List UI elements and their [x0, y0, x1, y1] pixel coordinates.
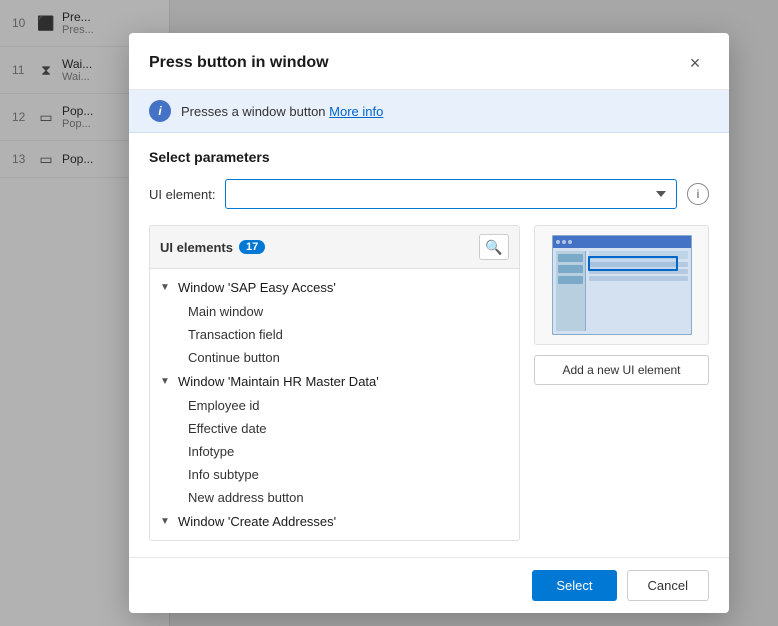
cancel-button[interactable]: Cancel [627, 570, 709, 601]
chevron-down-icon: ▼ [160, 376, 174, 387]
modal-overlay: Press button in window × i Presses a win… [0, 0, 778, 626]
sap-sidebar [556, 251, 586, 331]
info-message: Presses a window button [181, 104, 326, 119]
close-button[interactable]: × [681, 49, 709, 77]
sap-highlight-indicator [588, 256, 678, 271]
more-info-link[interactable]: More info [329, 104, 383, 119]
modal-body: Select parameters UI element: i UI eleme… [129, 133, 729, 557]
add-ui-element-button[interactable]: Add a new UI element [534, 355, 709, 385]
ui-elements-header: UI elements 17 🔍 [150, 226, 519, 269]
info-icon: i [149, 100, 171, 122]
tree-item-effective-date[interactable]: Effective date [150, 417, 519, 440]
ui-element-row: UI element: i [149, 179, 709, 209]
chevron-down-icon: ▼ [160, 516, 174, 527]
tree-group-label: Window 'SAP Easy Access' [178, 280, 336, 295]
tree-item-new-address-button[interactable]: New address button [150, 486, 519, 509]
sidebar-item [558, 276, 583, 284]
titlebar-dot [556, 240, 560, 244]
info-banner: i Presses a window button More info [129, 90, 729, 133]
content-area: UI elements 17 🔍 ▼ Window 'SAP Easy Acce… [149, 225, 709, 541]
tree-item-main-window[interactable]: Main window [150, 300, 519, 323]
tree-item-transaction-field[interactable]: Transaction field [150, 323, 519, 346]
tree-group-maintain-hr[interactable]: ▼ Window 'Maintain HR Master Data' [150, 369, 519, 394]
ui-element-preview [534, 225, 709, 345]
info-text: Presses a window button More info [181, 104, 383, 119]
ui-element-select[interactable] [225, 179, 677, 209]
modal-dialog: Press button in window × i Presses a win… [129, 33, 729, 613]
tree-group-create-addresses[interactable]: ▼ Window 'Create Addresses' [150, 509, 519, 534]
tree-item-street[interactable]: Street [150, 534, 519, 540]
sap-titlebar [553, 236, 691, 248]
section-title: Select parameters [149, 149, 709, 165]
info-circle-button[interactable]: i [687, 183, 709, 205]
modal-title: Press button in window [149, 54, 329, 72]
search-button[interactable]: 🔍 [479, 234, 509, 260]
tree-item-continue-button[interactable]: Continue button [150, 346, 519, 369]
sidebar-item [558, 254, 583, 262]
titlebar-dot [562, 240, 566, 244]
modal-header: Press button in window × [129, 33, 729, 90]
sap-row [589, 276, 688, 281]
search-icon: 🔍 [485, 239, 502, 256]
tree-item-employee-id[interactable]: Employee id [150, 394, 519, 417]
ui-element-label: UI element: [149, 187, 215, 202]
sap-window-preview [552, 235, 692, 335]
sidebar-item [558, 265, 583, 273]
select-button[interactable]: Select [532, 570, 616, 601]
ui-elements-badge: 17 [239, 240, 265, 254]
tree-group-label: Window 'Maintain HR Master Data' [178, 374, 379, 389]
left-panel: UI elements 17 🔍 ▼ Window 'SAP Easy Acce… [149, 225, 520, 541]
chevron-down-icon: ▼ [160, 282, 174, 293]
ui-elements-tab-label: UI elements [160, 240, 233, 255]
tree-group-label: Window 'Create Addresses' [178, 514, 336, 529]
tree-group-sap-easy-access[interactable]: ▼ Window 'SAP Easy Access' [150, 275, 519, 300]
titlebar-dot [568, 240, 572, 244]
tree-item-info-subtype[interactable]: Info subtype [150, 463, 519, 486]
tree-item-infotype[interactable]: Infotype [150, 440, 519, 463]
modal-footer: Select Cancel [129, 557, 729, 613]
info-circle-label: i [697, 187, 700, 201]
tree-list: ▼ Window 'SAP Easy Access' Main window T… [150, 269, 519, 540]
right-panel: Add a new UI element [534, 225, 709, 541]
